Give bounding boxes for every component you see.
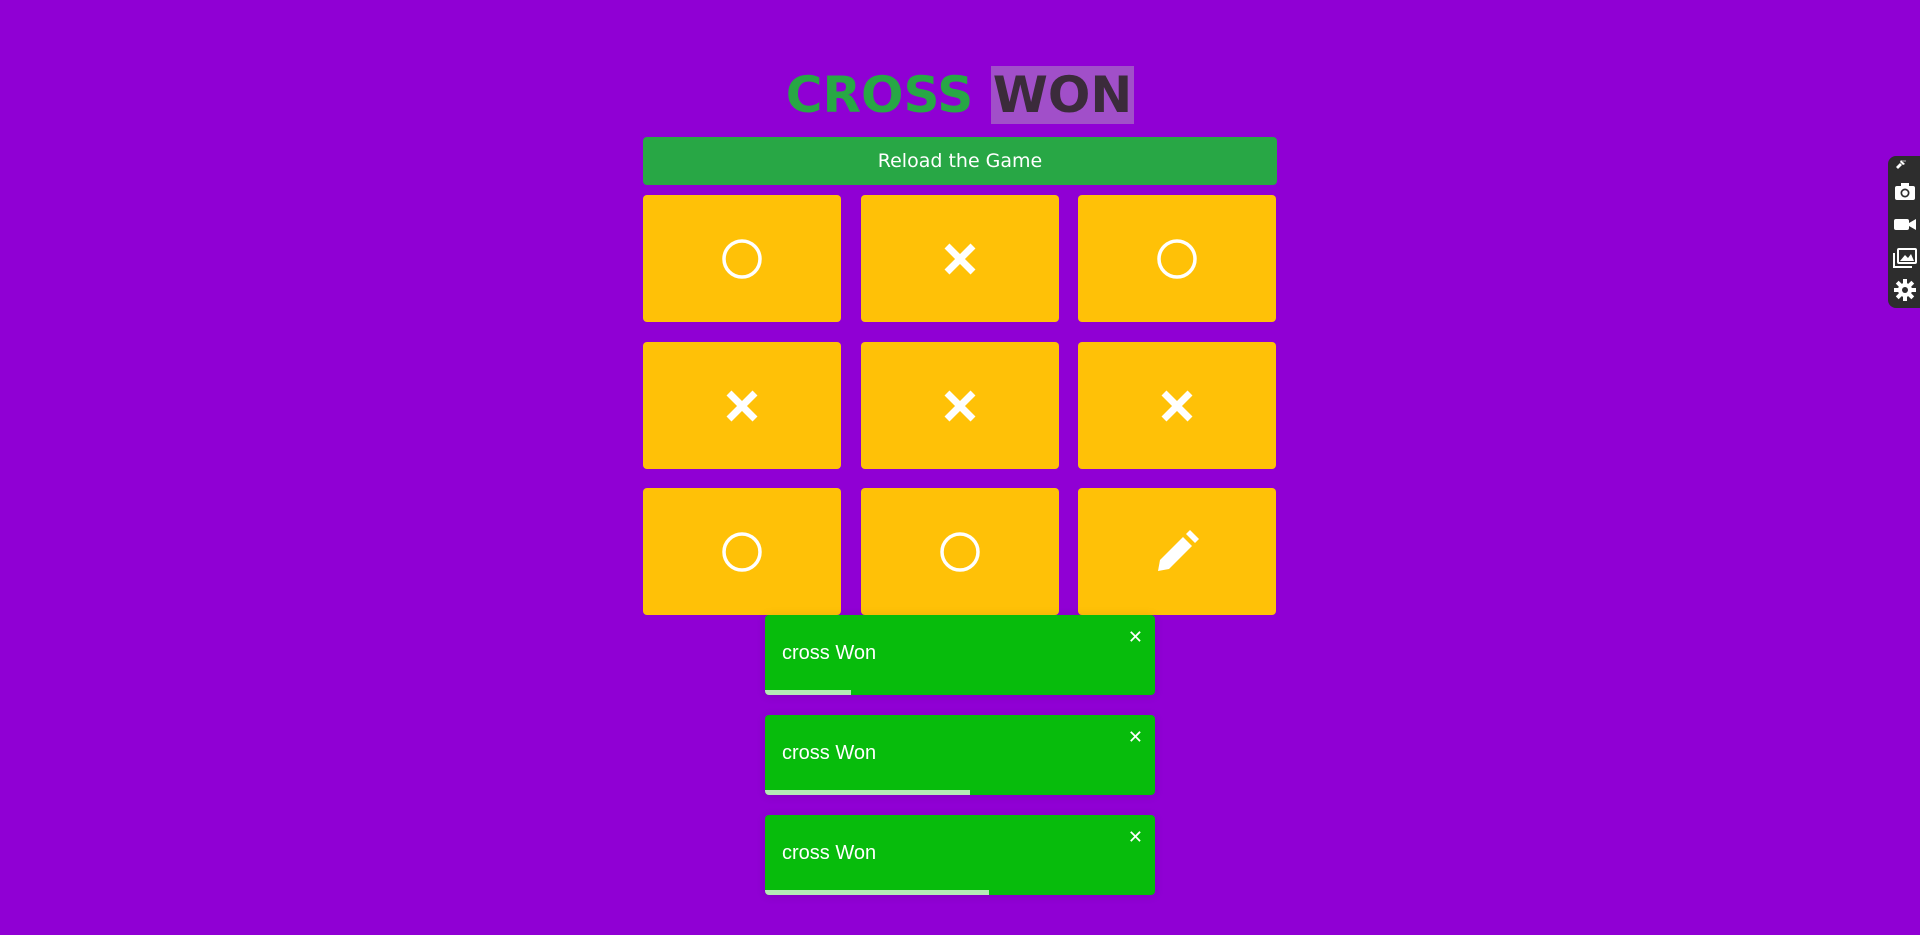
toast-message: cross Won (782, 742, 877, 764)
toast-notification: cross Won ✕ (765, 815, 1155, 895)
game-title: CROSS WON (0, 60, 1920, 130)
circle-icon (722, 531, 762, 572)
cross-icon (1161, 390, 1193, 421)
circle-icon (722, 238, 762, 279)
board-cell-8[interactable] (861, 488, 1059, 615)
board-cell-3[interactable] (1078, 195, 1276, 322)
cross-icon (944, 243, 976, 274)
camera-icon[interactable] (1892, 178, 1918, 204)
close-icon[interactable]: ✕ (1128, 829, 1143, 847)
toast-message: cross Won (782, 642, 877, 664)
toast-progress-bar (765, 790, 970, 795)
title-word-cross: CROSS (785, 66, 974, 124)
close-icon[interactable]: ✕ (1128, 729, 1143, 747)
circle-icon (1157, 238, 1197, 279)
board-cell-4[interactable] (643, 342, 841, 469)
gear-icon[interactable] (1892, 277, 1918, 303)
pin-icon[interactable] (1893, 158, 1907, 172)
toast-progress-bar (765, 690, 851, 695)
toast-message: cross Won (782, 842, 877, 864)
board-cell-9[interactable] (1078, 488, 1276, 615)
extension-toolbar (1888, 156, 1920, 308)
board-cell-6[interactable] (1078, 342, 1276, 469)
toast-notification: cross Won ✕ (765, 715, 1155, 795)
title-word-won: WON (990, 66, 1135, 124)
board-cell-1[interactable] (643, 195, 841, 322)
cross-icon (944, 390, 976, 421)
pencil-icon (1158, 529, 1199, 571)
toast-notification: cross Won ✕ (765, 615, 1155, 695)
reload-game-button[interactable]: Reload the Game (643, 137, 1277, 185)
board-cell-7[interactable] (643, 488, 841, 615)
close-icon[interactable]: ✕ (1128, 629, 1143, 647)
toast-progress-bar (765, 890, 990, 895)
board-cell-5[interactable] (861, 342, 1059, 469)
video-camera-icon[interactable] (1892, 211, 1918, 237)
board-cell-2[interactable] (861, 195, 1059, 322)
cross-icon (726, 390, 758, 421)
circle-icon (940, 531, 980, 572)
gallery-icon[interactable] (1892, 244, 1918, 270)
